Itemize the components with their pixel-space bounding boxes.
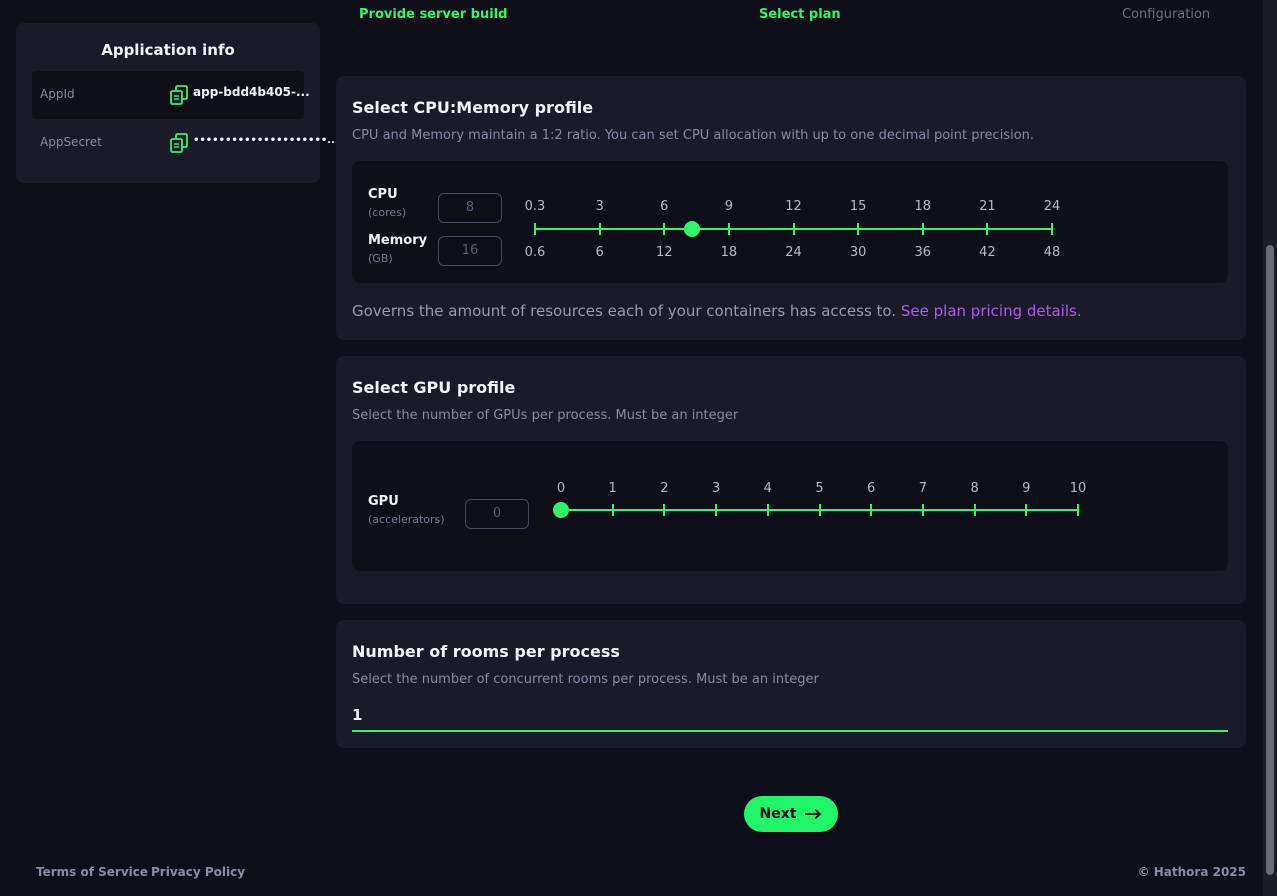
cpu-memory-title: Select CPU:Memory profile [352, 98, 594, 117]
cpu-memory-slider-panel: CPU (cores) 8 Memory (GB) 16 0.3 0.6 3 6 6 12… [352, 161, 1228, 283]
pricing-details-link[interactable]: See plan pricing details. [901, 302, 1082, 320]
step-configuration: Configuration [1122, 7, 1211, 22]
gpu-tick-label: 2 [660, 481, 669, 496]
gpu-slider-tick [870, 504, 873, 516]
privacy-policy-link[interactable]: Privacy Policy [151, 865, 245, 879]
gpu-slider-tick [973, 504, 976, 516]
cpu-slider-tick [792, 223, 795, 235]
gpu-tick-label: 8 [970, 481, 979, 496]
scrollbar-thumb[interactable] [1266, 245, 1274, 875]
governs-description: Governs the amount of resources each of … [352, 302, 897, 320]
app-secret-row: AppSecret •••••••••••••••••••••... [32, 119, 339, 167]
cpu-tick-label: 6 [660, 199, 669, 214]
cpu-slider-tick [534, 223, 536, 235]
app-secret-label: AppSecret [40, 135, 102, 149]
cpu-memory-slider[interactable]: 0.3 0.6 3 6 6 12 9 18 12 24 15 30 18 36 21 42 24 48 [525, 197, 1061, 267]
terms-of-service-link[interactable]: Terms of Service [36, 865, 148, 879]
cpu-slider-handle[interactable] [684, 221, 701, 237]
cpu-slider-tick [727, 223, 730, 235]
gpu-tick-label: 4 [763, 481, 772, 496]
gpu-tick-label: 3 [711, 481, 721, 496]
gpu-slider-tick [921, 504, 924, 516]
cpu-slider-tick [598, 223, 601, 235]
gpu-subtitle: Select the number of GPUs per process. M… [352, 408, 739, 423]
gpu-title: Select GPU profile [352, 378, 516, 397]
gpu-slider[interactable]: 0 1 2 3 4 5 6 7 8 9 10 [553, 479, 1086, 529]
rooms-card: Number of rooms per process Select the n… [336, 620, 1246, 748]
cpu-unit: (cores) [368, 206, 407, 219]
cpu-tick-label: 12 [785, 199, 802, 214]
gpu-tick-label: 7 [918, 481, 928, 496]
memory-tick-label: 48 [1043, 245, 1061, 260]
next-button-label: Next [759, 806, 797, 822]
cpu-label: CPU [368, 187, 398, 202]
cpu-slider-tick [921, 223, 924, 235]
gpu-tick-label: 1 [608, 481, 617, 496]
cpu-tick-label: 0.3 [524, 199, 546, 214]
cpu-tick-label: 3 [595, 199, 604, 214]
app-id-value: app-bdd4b405-... [193, 85, 310, 99]
gpu-unit: (accelerators) [368, 513, 445, 526]
memory-label: Memory [368, 233, 428, 248]
gpu-slider-tick [1077, 504, 1079, 516]
memory-tick-label: 0.6 [524, 245, 546, 260]
gpu-slider-handle[interactable] [553, 502, 569, 518]
cpu-input[interactable]: 8 [438, 193, 502, 223]
gpu-slider-tick [1025, 504, 1028, 516]
gpu-tick-label: 10 [1069, 481, 1087, 496]
memory-tick-label: 6 [595, 245, 604, 260]
gpu-slider-tick [611, 504, 614, 516]
copy-icon[interactable] [170, 85, 188, 105]
app-id-row: AppId app-bdd4b405-... [32, 71, 310, 119]
cpu-tick-label: 18 [914, 199, 932, 214]
cpu-slider-tick [857, 223, 860, 235]
cpu-slider-tick [663, 223, 666, 235]
gpu-tick-label: 0 [556, 481, 566, 496]
gpu-input[interactable]: 0 [465, 499, 529, 529]
gpu-card: Select GPU profile Select the number of … [336, 356, 1246, 604]
step-select-plan[interactable]: Select plan [759, 7, 841, 22]
copy-icon[interactable] [170, 133, 188, 153]
gpu-label: GPU [368, 494, 399, 509]
cpu-tick-label: 9 [724, 199, 734, 214]
memory-tick-label: 30 [849, 245, 867, 260]
rooms-subtitle: Select the number of concurrent rooms pe… [352, 672, 819, 687]
cpu-slider-tick [986, 223, 989, 235]
app-id-label: AppId [40, 87, 75, 101]
gpu-slider-tick [663, 504, 666, 516]
gpu-slider-tick [766, 504, 769, 516]
gpu-slider-tick [715, 504, 718, 516]
cpu-memory-card: Select CPU:Memory profile CPU and Memory… [336, 76, 1246, 340]
memory-tick-label: 36 [914, 245, 932, 260]
governs-text: Governs the amount of resources each of … [352, 302, 1082, 320]
cpu-tick-label: 24 [1043, 199, 1061, 214]
memory-input[interactable]: 16 [438, 236, 502, 266]
next-button[interactable]: Next [744, 796, 838, 832]
gpu-tick-label: 6 [867, 481, 876, 496]
app-secret-value: •••••••••••••••••••••... [193, 135, 339, 146]
rooms-input[interactable]: 1 [352, 706, 1228, 732]
memory-unit: (GB) [368, 252, 393, 265]
gpu-tick-label: 9 [1022, 481, 1031, 496]
application-info-title: Application info [101, 41, 235, 59]
memory-tick-label: 24 [785, 245, 802, 260]
application-info-panel: Application info AppId app-bdd4b405-... … [16, 23, 339, 183]
copyright-text: © Hathora 2025 [1137, 865, 1246, 879]
gpu-tick-label: 5 [815, 481, 824, 496]
gpu-slider-panel: GPU (accelerators) 0 0 1 2 3 4 5 6 7 8 9 10 [352, 441, 1228, 571]
cpu-memory-subtitle: CPU and Memory maintain a 1:2 ratio. You… [352, 128, 1035, 143]
cpu-tick-label: 21 [979, 199, 996, 214]
gpu-slider-tick [818, 504, 821, 516]
memory-tick-label: 18 [720, 245, 738, 260]
cpu-slider-tick [1051, 223, 1053, 235]
arrow-right-icon [805, 808, 822, 820]
step-provide-server-build[interactable]: Provide server build [359, 7, 507, 22]
memory-tick-label: 12 [655, 245, 673, 260]
memory-tick-label: 42 [979, 245, 996, 260]
cpu-tick-label: 15 [849, 199, 867, 214]
rooms-title: Number of rooms per process [352, 642, 620, 661]
